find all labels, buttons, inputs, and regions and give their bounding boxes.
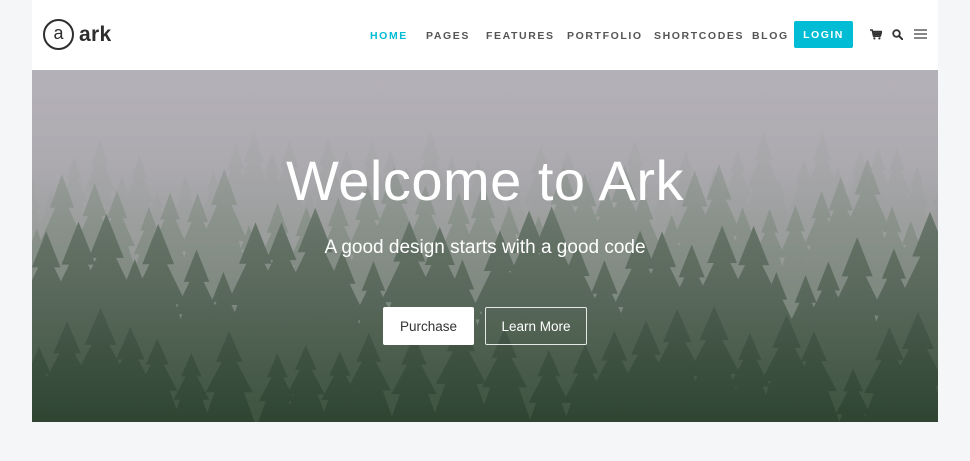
logo-text: ark: [79, 22, 112, 46]
purchase-button[interactable]: Purchase: [383, 307, 474, 345]
hero-subtitle: A good design starts with a good code: [324, 237, 646, 258]
page-frame: a ark HOME PAGES FEATURES PORTFOLIO SHOR…: [32, 0, 938, 422]
nav-shortcodes[interactable]: SHORTCODES: [654, 29, 744, 43]
site-logo[interactable]: a ark: [43, 19, 111, 50]
nav-blog[interactable]: BLOG: [752, 29, 789, 43]
logo-mark: a: [43, 19, 74, 50]
nav-portfolio[interactable]: PORTFOLIO: [567, 29, 643, 43]
menu-icon[interactable]: [913, 27, 927, 41]
cart-icon[interactable]: [869, 27, 883, 41]
site-header: a ark HOME PAGES FEATURES PORTFOLIO SHOR…: [32, 0, 938, 70]
search-icon[interactable]: [890, 27, 904, 41]
hero-section: Welcome to Ark A good design starts with…: [32, 70, 938, 422]
learn-more-button[interactable]: Learn More: [485, 307, 587, 345]
nav-home[interactable]: HOME: [370, 29, 408, 43]
nav-features[interactable]: FEATURES: [486, 29, 555, 43]
nav-pages[interactable]: PAGES: [426, 29, 470, 43]
hero-title: Welcome to Ark: [285, 149, 685, 212]
login-button[interactable]: LOGIN: [794, 21, 853, 48]
